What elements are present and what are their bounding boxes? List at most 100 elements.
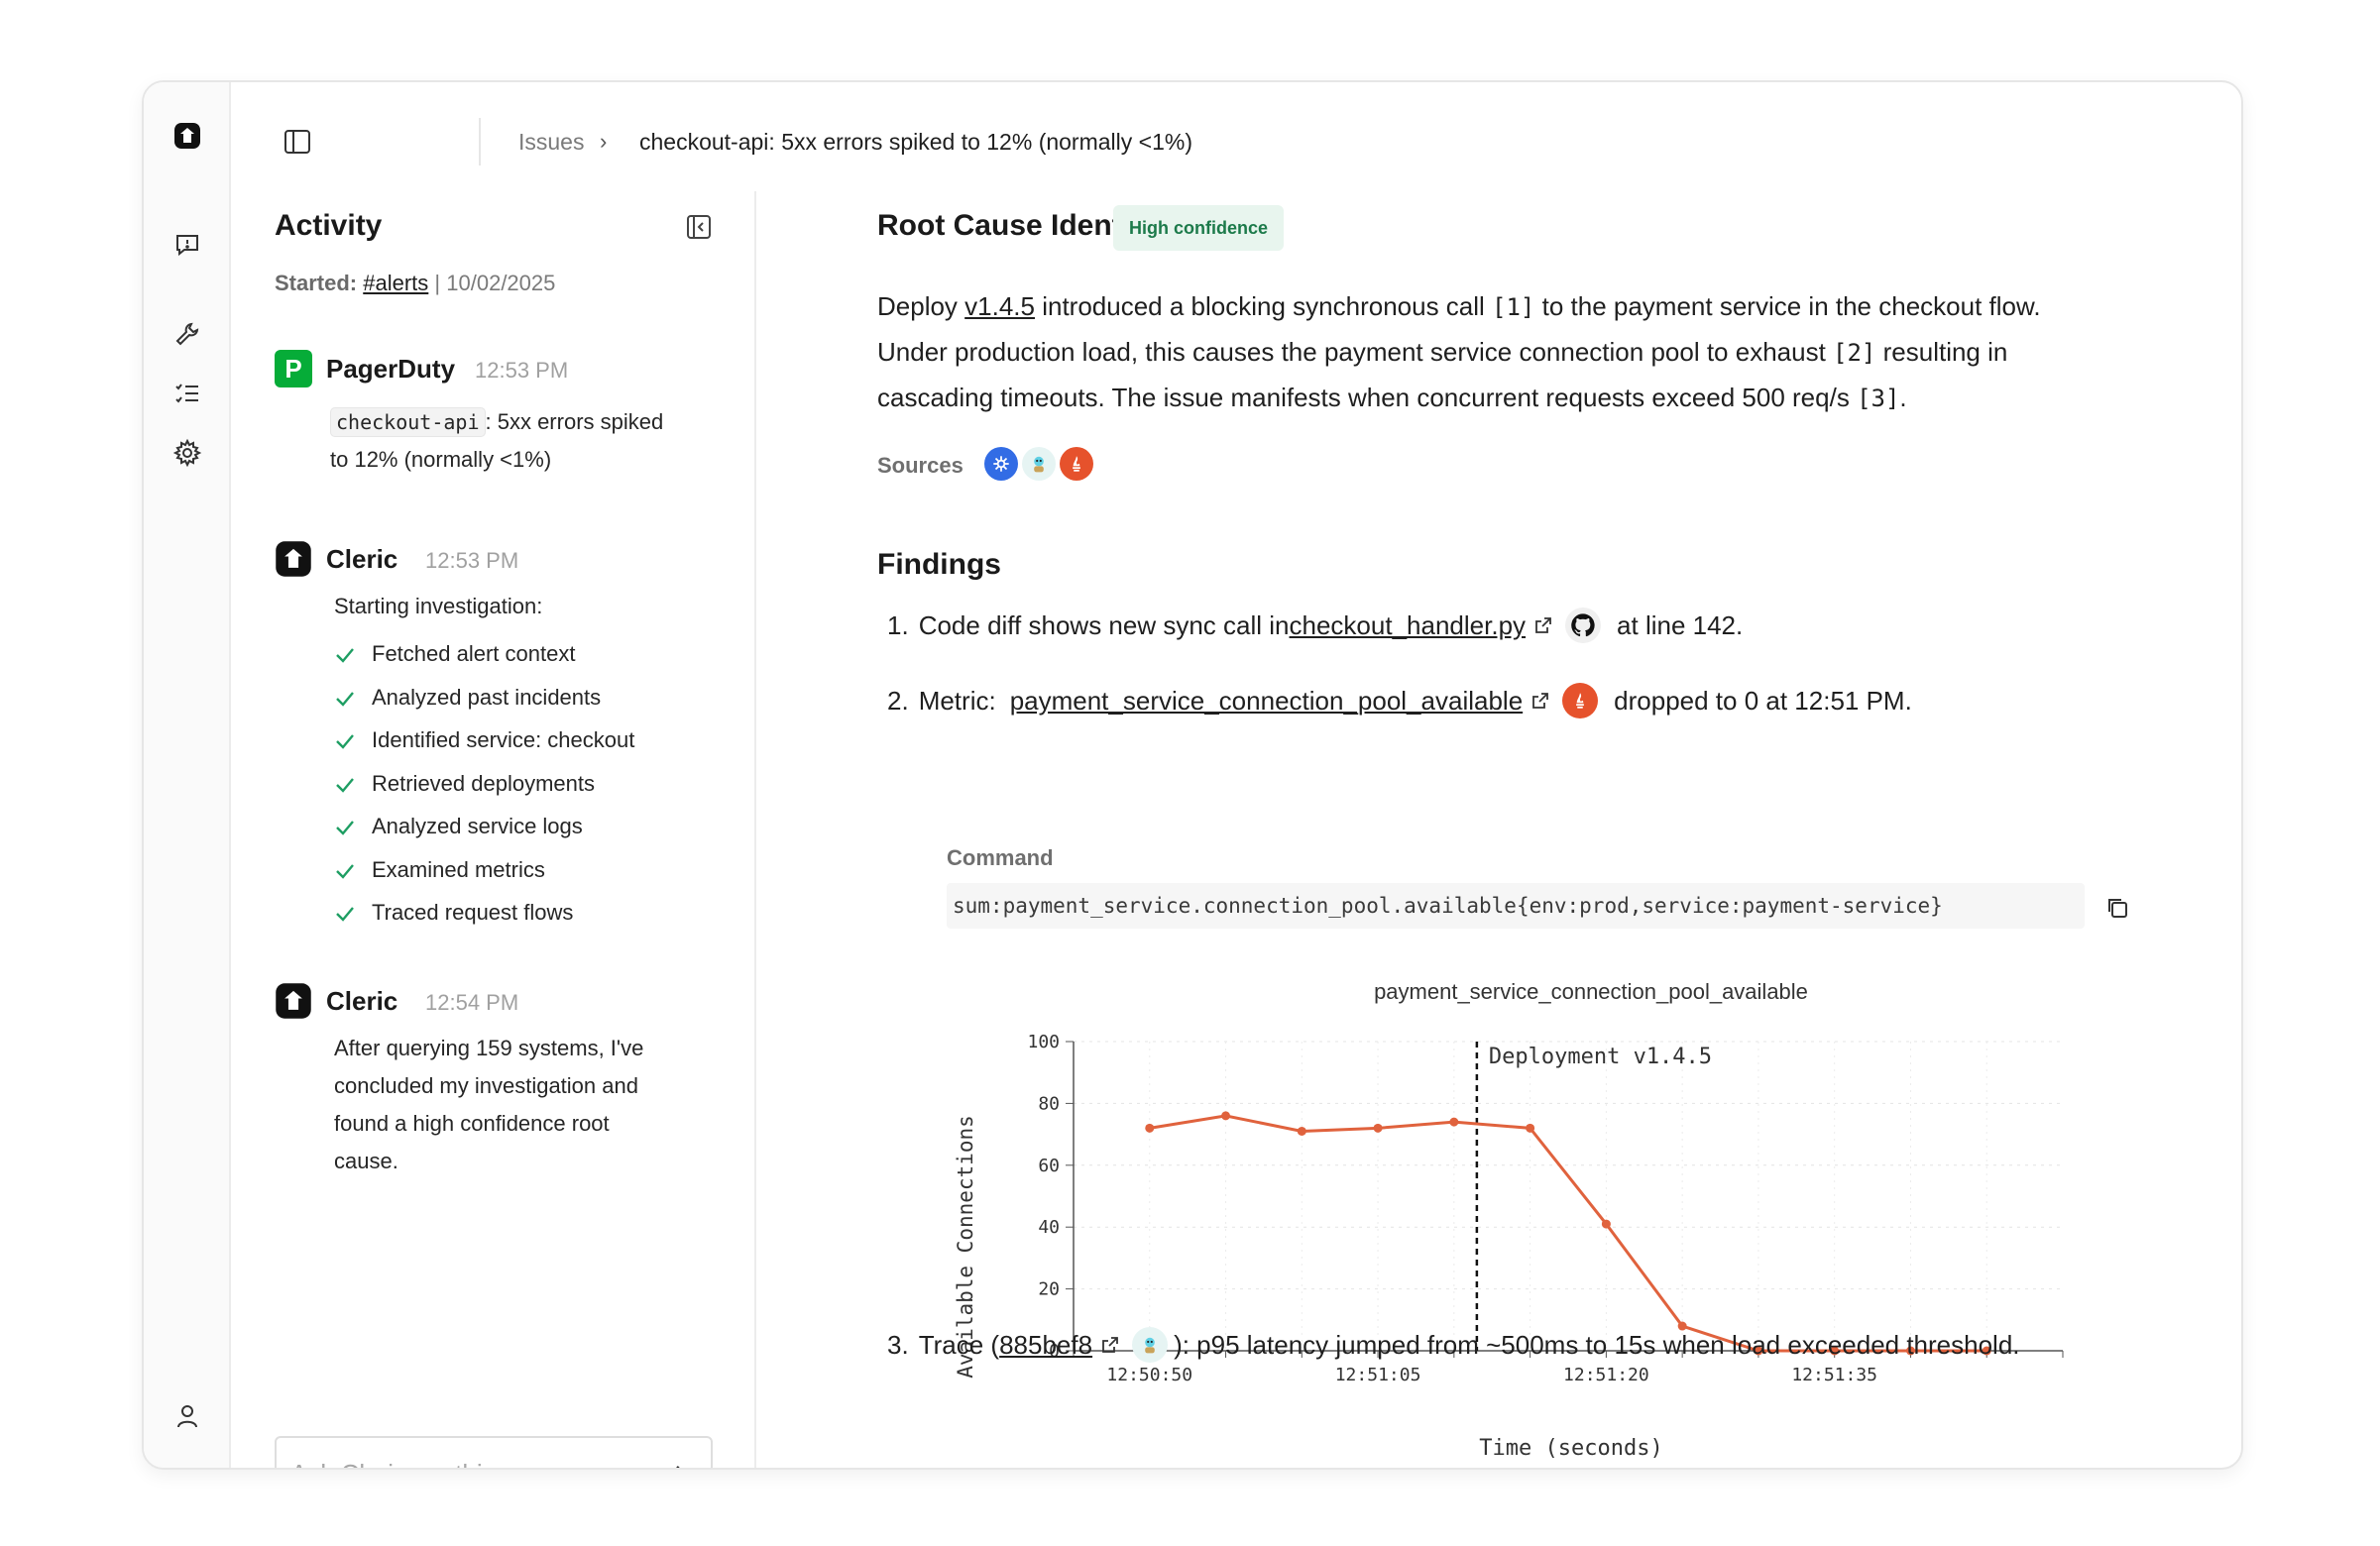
send-arrow-icon[interactable] <box>661 1460 691 1468</box>
prometheus-icon[interactable] <box>1060 447 1093 481</box>
reference-2[interactable]: [2] <box>1833 339 1875 367</box>
event-message-text-2: to 12% (normally <1%) <box>330 447 552 472</box>
confidence-badge: High confidence <box>1113 205 1285 251</box>
list-item: Fetched alert context <box>334 639 634 683</box>
settings-gear-icon[interactable] <box>170 435 205 471</box>
wrench-icon[interactable] <box>170 316 205 352</box>
pagerduty-logo-icon: P <box>275 350 312 387</box>
service-code-chip: checkout-api <box>330 407 486 437</box>
deploy-version-link[interactable]: v1.4.5 <box>964 291 1035 321</box>
data-point <box>1145 1123 1155 1133</box>
x-tick-label: 12:50:50 <box>1106 1365 1192 1385</box>
ask-cleric-input[interactable] <box>290 1452 637 1468</box>
reference-3[interactable]: [3] <box>1857 385 1899 412</box>
external-link-icon[interactable] <box>1533 615 1553 635</box>
investigation-intro: Starting investigation: <box>334 594 543 618</box>
cleric-logo-icon[interactable] <box>170 118 205 154</box>
x-tick-label: 12:51:35 <box>1791 1365 1877 1385</box>
main-content: Root Cause Identified High confidence De… <box>758 191 2241 1468</box>
chart-y-ticks: 020406080100 <box>1027 1032 1074 1362</box>
list-item: Analyzed past incidents <box>334 683 634 726</box>
sidebar-toggle-icon[interactable] <box>282 126 313 158</box>
list-item: Examined metrics <box>334 855 634 899</box>
chart-grid <box>1074 1041 2063 1351</box>
external-link-icon[interactable] <box>1100 1335 1120 1355</box>
event-source: Cleric <box>326 544 398 574</box>
command-label: Command <box>947 845 1054 870</box>
y-tick-label: 20 <box>1038 1279 1060 1300</box>
alerts-channel-link[interactable]: #alerts <box>363 271 428 295</box>
app-window: Issues › checkout-api: 5xx errors spiked… <box>142 80 2243 1470</box>
checkout-handler-link[interactable]: checkout_handler.py <box>1290 608 1527 642</box>
list-item: Identified service: checkout <box>334 725 634 769</box>
root-cause-summary: Deploy v1.4.5 introduced a blocking sync… <box>877 291 2041 412</box>
list-item: Retrieved deployments <box>334 769 634 813</box>
event-time: 12:53 PM <box>475 358 569 383</box>
cleric-avatar-icon <box>275 982 312 1020</box>
check-icon <box>336 734 354 749</box>
kubernetes-icon[interactable] <box>984 447 1018 481</box>
x-tick-label: 12:51:05 <box>1335 1365 1421 1385</box>
started-date: 10/02/2025 <box>446 271 556 295</box>
github-icon[interactable] <box>1565 607 1602 643</box>
y-tick-label: 40 <box>1038 1217 1060 1238</box>
metric-link[interactable]: payment_service_connection_pool_availabl… <box>1010 684 1523 718</box>
deployment-marker-label: Deployment v1.4.5 <box>1489 1045 1712 1069</box>
event-message-text-1: : 5xx errors spiked <box>485 409 664 434</box>
started-info: Started: #alerts | 10/02/2025 <box>275 271 555 296</box>
check-icon <box>336 907 354 922</box>
breadcrumb-issues[interactable]: Issues <box>518 127 584 157</box>
chart-x-label: Time (seconds) <box>1479 1436 1662 1461</box>
collapse-panel-icon[interactable] <box>685 213 713 241</box>
check-icon <box>336 777 354 793</box>
user-profile-icon[interactable] <box>170 1398 205 1434</box>
topbar-divider <box>479 118 481 166</box>
jaeger-trace-icon[interactable] <box>1022 447 1056 481</box>
event-message: checkout-api: 5xx errors spiked to 12% (… <box>330 403 663 479</box>
sources-label: Sources <box>877 453 963 478</box>
activity-title: Activity <box>275 209 383 242</box>
y-tick-label: 100 <box>1027 1032 1060 1052</box>
breadcrumb-current: checkout-api: 5xx errors spiked to 12% (… <box>639 129 1192 155</box>
chat-icon[interactable] <box>170 227 205 263</box>
list-item: Traced request flows <box>334 898 634 941</box>
reference-1[interactable]: [1] <box>1492 293 1534 321</box>
connection-pool-chart: payment_service_connection_pool_availabl… <box>954 979 2064 1461</box>
series-line <box>1149 1114 1987 1353</box>
ask-cleric-box <box>275 1436 713 1468</box>
icon-rail <box>144 82 231 1468</box>
trace-link[interactable]: 885bef8 <box>999 1328 1092 1362</box>
event-time: 12:53 PM <box>425 548 519 573</box>
checklist-icon[interactable] <box>170 376 205 411</box>
finding-3: 3. Trace ( 885bef8 ): p95 latency jumped… <box>887 1327 2020 1363</box>
check-icon <box>336 863 354 879</box>
chart-annotation: Deployment v1.4.5 <box>1475 1042 1712 1351</box>
started-separator: | <box>434 271 441 295</box>
sources-icons <box>984 447 1093 481</box>
external-link-icon[interactable] <box>1530 691 1550 711</box>
top-bar: Issues › checkout-api: 5xx errors spiked… <box>231 82 2241 191</box>
finding-2: 2. Metric: payment_service_connection_po… <box>887 683 1912 718</box>
event-pagerduty: P PagerDuty 12:53 PM checkout-api: 5xx e… <box>275 350 731 489</box>
command-text[interactable]: sum:payment_service.connection_pool.avai… <box>947 883 2085 929</box>
jaeger-trace-icon[interactable] <box>1132 1327 1169 1363</box>
copy-icon[interactable] <box>2104 895 2130 921</box>
chart-title: payment_service_connection_pool_availabl… <box>1374 979 1808 1004</box>
event-cleric-investigation: Cleric 12:53 PM Starting investigation: … <box>275 540 731 956</box>
data-point <box>1449 1117 1459 1127</box>
findings-title: Findings <box>877 548 1001 581</box>
event-time: 12:54 PM <box>425 990 519 1015</box>
prometheus-icon[interactable] <box>1562 683 1599 718</box>
cleric-avatar-icon <box>275 540 312 578</box>
event-source: PagerDuty <box>326 354 456 384</box>
finding-1: 1. Code diff shows new sync call in chec… <box>887 607 1743 643</box>
x-tick-label: 12:51:20 <box>1563 1365 1649 1385</box>
data-point <box>1601 1219 1611 1229</box>
data-point <box>1297 1126 1306 1136</box>
check-icon <box>336 821 354 835</box>
chart-axes <box>1073 1042 2063 1352</box>
event-source: Cleric <box>326 986 398 1016</box>
check-icon <box>336 648 354 663</box>
data-point <box>1526 1123 1535 1133</box>
event-cleric-conclusion: Cleric 12:54 PM After querying 159 syste… <box>275 982 731 1200</box>
